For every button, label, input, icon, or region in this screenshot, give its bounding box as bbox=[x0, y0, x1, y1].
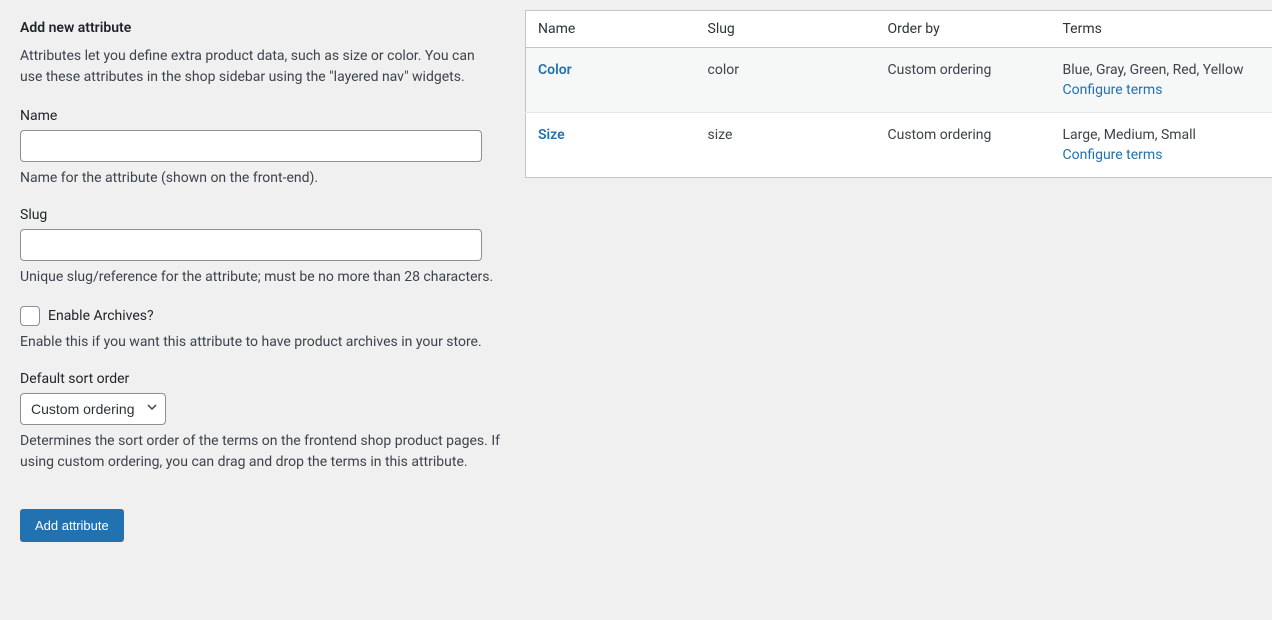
slug-input[interactable] bbox=[20, 229, 482, 261]
archives-label: Enable Archives? bbox=[48, 308, 154, 324]
sort-field-group: Default sort order Custom ordering Deter… bbox=[20, 371, 500, 473]
sort-label: Default sort order bbox=[20, 371, 500, 387]
name-label: Name bbox=[20, 108, 500, 124]
add-attribute-button[interactable]: Add attribute bbox=[20, 509, 124, 542]
th-name: Name bbox=[526, 11, 696, 48]
table-row: Size size Custom ordering Large, Medium,… bbox=[526, 113, 1272, 178]
attribute-slug: color bbox=[696, 48, 876, 113]
slug-field-group: Slug Unique slug/reference for the attri… bbox=[20, 207, 500, 288]
sort-help: Determines the sort order of the terms o… bbox=[20, 431, 500, 473]
attribute-name-link[interactable]: Color bbox=[538, 62, 572, 78]
slug-label: Slug bbox=[20, 207, 500, 223]
name-help: Name for the attribute (shown on the fro… bbox=[20, 168, 500, 189]
table-row: Color color Custom ordering Blue, Gray, … bbox=[526, 48, 1272, 113]
th-terms: Terms bbox=[1051, 11, 1272, 48]
slug-help: Unique slug/reference for the attribute;… bbox=[20, 267, 500, 288]
attributes-table-panel: Name Slug Order by Terms Color color Cus… bbox=[525, 0, 1272, 562]
attribute-terms: Blue, Gray, Green, Red, Yellow bbox=[1063, 62, 1244, 78]
attribute-terms: Large, Medium, Small bbox=[1063, 127, 1196, 143]
archives-field-group: Enable Archives? Enable this if you want… bbox=[20, 306, 500, 353]
attribute-name-link[interactable]: Size bbox=[538, 127, 565, 143]
configure-terms-link[interactable]: Configure terms bbox=[1063, 82, 1261, 98]
configure-terms-link[interactable]: Configure terms bbox=[1063, 147, 1261, 163]
th-order: Order by bbox=[876, 11, 1051, 48]
section-title: Add new attribute bbox=[20, 20, 500, 36]
sort-select[interactable]: Custom ordering bbox=[20, 393, 166, 425]
intro-text: Attributes let you define extra product … bbox=[20, 46, 500, 88]
name-input[interactable] bbox=[20, 130, 482, 162]
attribute-order: Custom ordering bbox=[876, 48, 1051, 113]
add-attribute-panel: Add new attribute Attributes let you def… bbox=[0, 0, 500, 562]
name-field-group: Name Name for the attribute (shown on th… bbox=[20, 108, 500, 189]
th-slug: Slug bbox=[696, 11, 876, 48]
archives-checkbox[interactable] bbox=[20, 306, 40, 326]
attribute-slug: size bbox=[696, 113, 876, 178]
attributes-table: Name Slug Order by Terms Color color Cus… bbox=[525, 10, 1272, 178]
attribute-order: Custom ordering bbox=[876, 113, 1051, 178]
archives-help: Enable this if you want this attribute t… bbox=[20, 332, 500, 353]
